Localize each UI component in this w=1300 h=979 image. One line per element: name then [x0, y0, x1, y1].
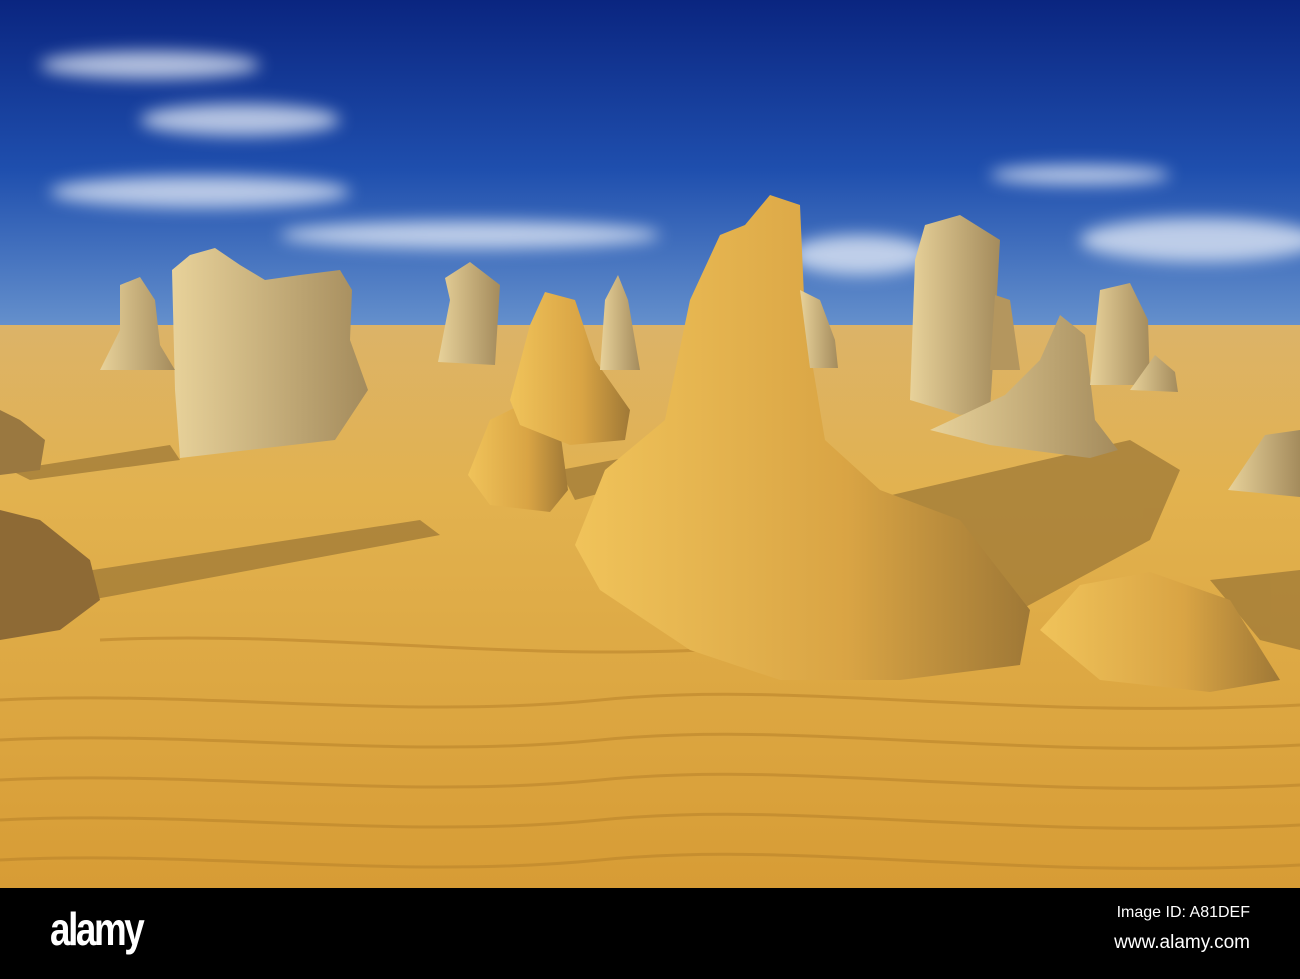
watermark-footer: alamy Image ID: A81DEF www.alamy.com — [0, 888, 1300, 979]
site-url: www.alamy.com — [1114, 932, 1250, 953]
alamy-logo: alamy — [50, 903, 145, 955]
desert-pinnacles-photo — [0, 0, 1300, 888]
image-id: Image ID: A81DEF — [1116, 904, 1250, 921]
